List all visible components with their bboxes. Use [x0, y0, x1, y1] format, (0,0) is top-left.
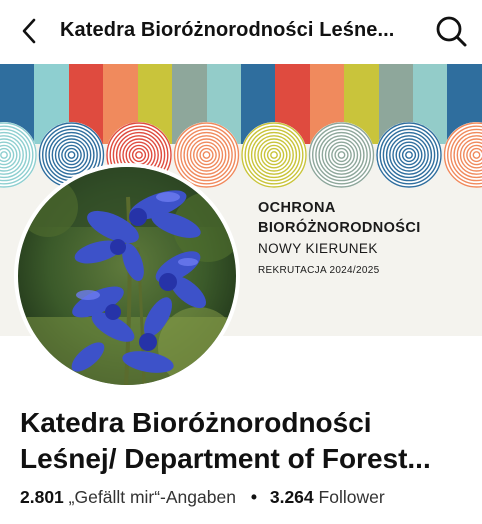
page-name-line1: Katedra Bioróżnorodności [20, 407, 372, 438]
cover-heading-line2: BIORÓŻNORODNOŚCI [258, 220, 421, 236]
top-bar: Katedra Bioróżnorodności Leśne... [0, 0, 482, 62]
stats-separator: • [250, 487, 257, 507]
cover-ring [0, 122, 37, 188]
cover-text-block: OCHRONA BIORÓŻNORODNOŚCI NOWY KIERUNEK R… [258, 198, 421, 276]
likes-label[interactable]: „Gefällt mir“-Angaben [69, 487, 236, 507]
profile-avatar[interactable] [14, 163, 240, 389]
cover-ring [308, 122, 375, 188]
page-stats: 2.801 „Gefällt mir“-Angaben • 3.264 Foll… [20, 487, 385, 508]
back-button[interactable] [14, 16, 46, 46]
search-button[interactable] [434, 14, 468, 48]
avatar-image [18, 167, 236, 385]
cover-recruitment: REKRUTACJA 2024/2025 [258, 265, 380, 276]
likes-count[interactable]: 2.801 [20, 487, 64, 507]
chevron-left-icon [22, 18, 36, 44]
cover-heading-line1: OCHRONA [258, 200, 336, 216]
page-name-line2: Leśnej/ Department of Forest... [20, 443, 431, 474]
page-name: Katedra Bioróżnorodności Leśnej/ Departm… [20, 405, 470, 477]
followers-count[interactable]: 3.264 [270, 487, 314, 507]
cover-subtitle: NOWY KIERUNEK [258, 241, 378, 256]
cover-ring [376, 122, 442, 188]
cover-ring [443, 122, 482, 188]
followers-label[interactable]: Follower [319, 487, 385, 507]
page-header-title: Katedra Bioróżnorodności Leśne... [60, 19, 395, 41]
cover-ring [241, 122, 307, 188]
search-icon [436, 16, 467, 47]
